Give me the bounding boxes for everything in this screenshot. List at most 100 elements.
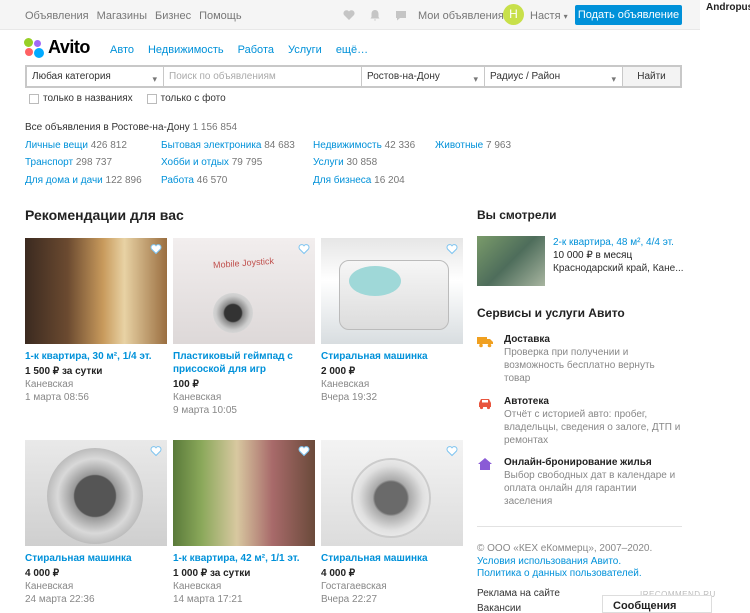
search-filters: только в названиях только с фото: [29, 93, 226, 104]
category-link[interactable]: Личные вещи 426 812: [25, 140, 127, 151]
photo-caption: Mobile Joystick: [212, 255, 275, 271]
my-ads-link[interactable]: Мои объявления: [418, 10, 504, 22]
notifications-bell-icon[interactable]: [368, 8, 382, 22]
top-icons: [342, 8, 408, 22]
messages-panel[interactable]: Сообщения: [602, 595, 712, 613]
nav-business[interactable]: Бизнес: [155, 10, 191, 22]
cat-nav-more[interactable]: ещё…: [336, 44, 368, 56]
service-autoteka[interactable]: Автотека Отчёт с историей авто: пробег, …: [477, 395, 682, 447]
user-menu[interactable]: Настя ▾: [530, 10, 568, 22]
all-ads-line: Все объявления в Ростове-на-Дону 1 156 8…: [25, 122, 237, 133]
listing-title[interactable]: 1-к квартира, 30 м², 1/4 эт.: [25, 350, 167, 363]
category-link[interactable]: Услуги 30 858: [313, 157, 377, 168]
favorites-heart-icon[interactable]: [342, 8, 356, 22]
favorite-heart-icon[interactable]: [446, 445, 458, 457]
listing-title[interactable]: Стиральная машинка: [25, 552, 167, 565]
radius-select[interactable]: Радиус / Район ▾: [485, 67, 623, 86]
listing-price: 2 000 ₽: [321, 366, 356, 377]
favorite-heart-icon[interactable]: [150, 243, 162, 255]
logo-text: Avito: [48, 37, 90, 57]
listing-photo: [321, 238, 463, 344]
favorite-heart-icon[interactable]: [298, 445, 310, 457]
category-count: 298 737: [75, 157, 113, 168]
city-select-value: Ростов-на-Дону: [367, 71, 440, 82]
category-link[interactable]: Животные 7 963: [435, 140, 511, 151]
category-link[interactable]: Бытовая электроника 84 683: [161, 140, 295, 151]
service-title[interactable]: Автотека: [504, 395, 682, 408]
category-select-value: Любая категория: [32, 71, 111, 82]
cat-nav-realty[interactable]: Недвижимость: [148, 44, 224, 56]
listing-photo: Mobile Joystick: [173, 238, 315, 344]
listing-card[interactable]: Стиральная машинка 4 000 ₽ Гостагаевская…: [321, 440, 463, 606]
services-title: Сервисы и услуги Авито: [477, 306, 625, 320]
viewed-item-location: Краснодарский край, Кане...: [553, 263, 684, 274]
only-titles-checkbox[interactable]: только в названиях: [29, 93, 133, 104]
category-link[interactable]: Для дома и дачи 122 896: [25, 175, 142, 186]
listing-card[interactable]: Стиральная машинка 2 000 ₽ Каневская Вче…: [321, 238, 463, 404]
service-booking[interactable]: Онлайн-бронирование жилья Выбор свободны…: [477, 456, 682, 508]
category-nav: Авто Недвижимость Работа Услуги ещё…: [110, 44, 368, 56]
listing-location: Каневская: [25, 581, 74, 592]
cat-nav-services[interactable]: Услуги: [288, 44, 322, 56]
service-text: Выбор свободных дат в календаре и оплата…: [504, 470, 676, 507]
category-link[interactable]: Недвижимость 42 336: [313, 140, 415, 151]
listing-date: 9 марта 10:05: [173, 405, 237, 416]
chevron-down-icon: ▾: [152, 74, 157, 84]
favorite-heart-icon[interactable]: [298, 243, 310, 255]
all-ads-label: Все объявления в Ростове-на-Дону: [25, 122, 190, 133]
listing-title[interactable]: 1-к квартира, 42 м², 1/1 эт.: [173, 552, 315, 565]
privacy-link[interactable]: Политика о данных пользователей.: [477, 567, 642, 580]
category-link[interactable]: Для бизнеса 16 204: [313, 175, 405, 186]
listing-location: Каневская: [173, 581, 222, 592]
only-photo-label: только с фото: [160, 93, 226, 104]
cat-nav-auto[interactable]: Авто: [110, 44, 134, 56]
listing-card[interactable]: Mobile Joystick Пластиковый геймпад с пр…: [173, 238, 315, 417]
service-delivery[interactable]: Доставка Проверка при получении и возмож…: [477, 333, 682, 385]
messages-chat-icon[interactable]: [394, 8, 408, 22]
listing-price: 1 500 ₽ за сутки: [25, 366, 103, 377]
listing-title[interactable]: Стиральная машинка: [321, 552, 463, 565]
nav-ads[interactable]: Объявления: [25, 10, 89, 22]
recommendations-title: Рекомендации для вас: [25, 207, 184, 223]
category-select[interactable]: Любая категория ▾: [27, 67, 164, 86]
cat-nav-jobs[interactable]: Работа: [238, 44, 274, 56]
viewed-item[interactable]: 2-к квартира, 48 м², 4/4 эт. 10 000 ₽ в …: [477, 236, 684, 286]
truck-icon: [477, 334, 493, 348]
ads-link[interactable]: Реклама на сайте: [477, 587, 560, 600]
all-ads-count: 1 156 854: [192, 122, 238, 133]
listing-title[interactable]: Стиральная машинка: [321, 350, 463, 363]
search-button[interactable]: Найти: [623, 67, 680, 86]
listing-card[interactable]: Стиральная машинка 4 000 ₽ Каневская 24 …: [25, 440, 167, 606]
listing-photo: [321, 440, 463, 546]
listing-date: Вчера 19:32: [321, 392, 378, 403]
category-label: Услуги: [313, 157, 344, 168]
listing-card[interactable]: 1-к квартира, 42 м², 1/1 эт. 1 000 ₽ за …: [173, 440, 315, 606]
viewed-item-title[interactable]: 2-к квартира, 48 м², 4/4 эт.: [553, 236, 693, 249]
logo[interactable]: Avito: [24, 37, 90, 58]
nav-help[interactable]: Помощь: [199, 10, 242, 22]
category-link[interactable]: Транспорт 298 737: [25, 157, 112, 168]
house-icon: [477, 457, 493, 471]
favorite-heart-icon[interactable]: [446, 243, 458, 255]
chevron-down-icon: ▾: [611, 74, 616, 84]
nav-shops[interactable]: Магазины: [97, 10, 147, 22]
washer-door-image: [351, 458, 431, 538]
search-input[interactable]: Поиск по объявлениям: [164, 67, 362, 86]
joystick-image: [213, 293, 253, 333]
post-ad-button[interactable]: Подать объявление: [575, 5, 682, 25]
only-titles-label: только в названиях: [43, 93, 133, 104]
listing-card[interactable]: 1-к квартира, 30 м², 1/4 эт. 1 500 ₽ за …: [25, 238, 167, 404]
search-bar: Любая категория ▾ Поиск по объявлениям Р…: [25, 65, 682, 88]
washer-door-image: [47, 448, 143, 544]
only-photo-checkbox[interactable]: только с фото: [146, 93, 226, 104]
category-link[interactable]: Работа 46 570: [161, 175, 227, 186]
service-title[interactable]: Онлайн-бронирование жилья: [504, 456, 682, 469]
listing-price: 4 000 ₽: [25, 568, 60, 579]
listing-title[interactable]: Пластиковый геймпад с присоской для игр: [173, 350, 315, 376]
service-title[interactable]: Доставка: [504, 333, 682, 346]
avatar[interactable]: Н: [503, 4, 524, 25]
jobs-link[interactable]: Вакансии: [477, 602, 521, 613]
favorite-heart-icon[interactable]: [150, 445, 162, 457]
city-select[interactable]: Ростов-на-Дону ▾: [362, 67, 485, 86]
category-link[interactable]: Хобби и отдых 79 795: [161, 157, 262, 168]
